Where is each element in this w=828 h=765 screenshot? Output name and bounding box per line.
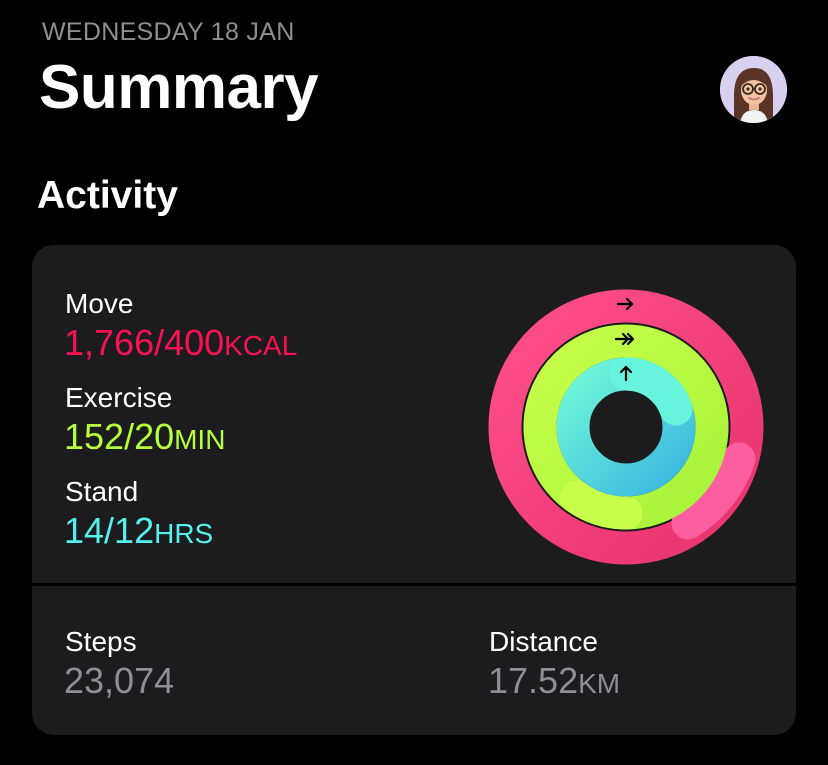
exercise-value: 152/20MIN <box>64 416 225 458</box>
page-title: Summary <box>39 53 319 122</box>
stand-label: Stand <box>65 476 139 507</box>
steps-label: Steps <box>65 626 137 657</box>
stand-ring-overlap <box>609 357 693 426</box>
memoji-avatar-icon <box>720 56 787 123</box>
card-divider <box>32 583 796 586</box>
activity-card[interactable]: Move 1,766/400KCAL Exercise 152/20MIN St… <box>32 245 796 735</box>
exercise-ring-overlap <box>559 480 643 530</box>
stand-value: 14/12HRS <box>64 510 213 552</box>
avatar[interactable] <box>720 56 787 123</box>
exercise-label: Exercise <box>65 382 173 413</box>
move-value: 1,766/400KCAL <box>64 322 297 364</box>
distance-value-number: 17.52 <box>488 660 579 701</box>
activity-rings <box>488 289 764 565</box>
date-label: WEDNESDAY 18 JAN <box>42 18 295 46</box>
section-title-activity: Activity <box>37 174 178 217</box>
distance-label: Distance <box>489 626 598 657</box>
move-label: Move <box>65 288 134 319</box>
stand-value-number: 14/12 <box>64 510 155 551</box>
steps-value: 23,074 <box>64 660 175 701</box>
exercise-value-number: 152/20 <box>64 416 175 457</box>
distance-value-unit: KM <box>578 668 621 699</box>
move-value-number: 1,766/400 <box>64 322 225 363</box>
move-value-unit: KCAL <box>224 330 298 361</box>
distance-value: 17.52KM <box>488 660 620 702</box>
stand-value-unit: HRS <box>154 518 214 549</box>
exercise-value-unit: MIN <box>174 424 226 455</box>
